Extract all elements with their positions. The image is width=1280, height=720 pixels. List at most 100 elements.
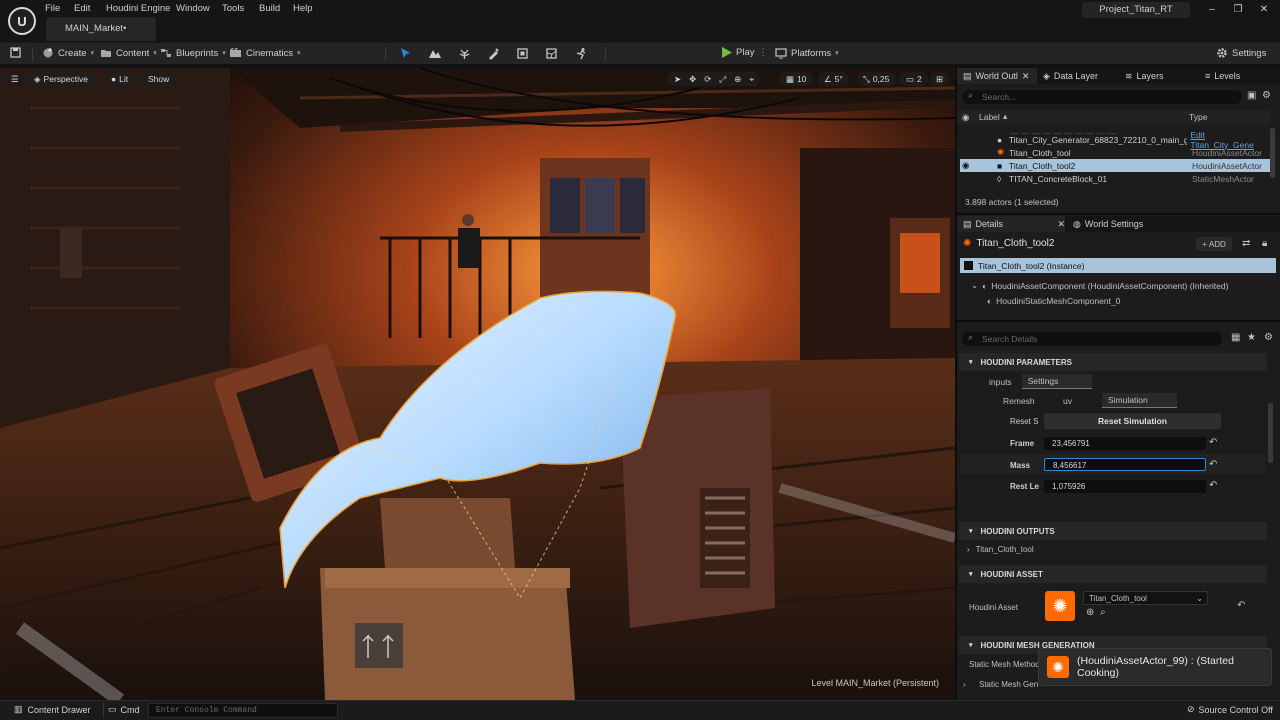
grid-snap-button[interactable]: ▦ 10 xyxy=(780,72,813,86)
lit-button[interactable]: ● Lit xyxy=(105,72,135,86)
select-icon[interactable]: ➤ xyxy=(674,74,681,85)
close-icon[interactable]: ✕ xyxy=(1057,219,1065,230)
reset-arrow-icon[interactable]: ↶ xyxy=(1209,480,1217,491)
scale-icon[interactable]: ⤢ xyxy=(719,74,726,85)
menu-window[interactable]: Window xyxy=(176,3,210,14)
surface-snap-icon[interactable]: ⌖ xyxy=(749,74,754,85)
document-tab[interactable]: MAIN_Market• xyxy=(46,17,156,41)
tab-remesh[interactable]: Remesh xyxy=(997,394,1057,408)
perspective-button[interactable]: ◈ Perspective xyxy=(28,72,94,86)
cinematics-button[interactable]: Cinematics ▾ xyxy=(229,47,301,59)
menu-file[interactable]: File xyxy=(45,3,60,14)
tab-details[interactable]: ▤ Details ✕ xyxy=(957,216,1065,232)
blueprint-icon[interactable]: ⇄ xyxy=(1242,238,1250,249)
platforms-button[interactable]: Platforms ▾ xyxy=(775,47,839,59)
play-button[interactable]: Play ⋮ xyxy=(721,47,767,58)
actor-name[interactable]: Titan_Cloth_tool2 xyxy=(976,238,1054,249)
source-control-button[interactable]: ⊘ Source Control Off xyxy=(1187,704,1273,715)
section-houdini-parameters[interactable]: ▾ HOUDINI PARAMETERS xyxy=(959,353,1267,371)
list-item[interactable]: ● Titan_City_Generator_68823_72210_0_mai… xyxy=(960,130,1270,150)
section-houdini-outputs[interactable]: ▾ HOUDINI OUTPUTS xyxy=(959,522,1267,540)
list-item[interactable]: ✺ Titan_Cloth_tool HoudiniAssetActor xyxy=(960,146,1270,159)
asset-picker-dropdown[interactable]: Titan_Cloth_tool ⌄ xyxy=(1083,591,1208,605)
tab-simulation[interactable]: Simulation xyxy=(1102,393,1177,408)
tab-layers[interactable]: ≋ Layers xyxy=(1119,71,1199,82)
browse-search-icon[interactable]: ⌕ xyxy=(1100,607,1106,618)
tab-data-layer[interactable]: ◈ Data Layer xyxy=(1037,71,1119,82)
visibility-eye-icon[interactable]: ◉ xyxy=(962,112,969,123)
settings-icon[interactable]: ⚙ xyxy=(1264,332,1273,343)
close-icon[interactable]: ✕ xyxy=(1257,4,1271,15)
table-view-icon[interactable]: ▦ xyxy=(1231,332,1240,343)
reset-arrow-icon[interactable]: ↶ xyxy=(1209,437,1217,448)
console-command-input[interactable]: Enter Console Command xyxy=(148,703,338,718)
maximize-icon[interactable]: ❐ xyxy=(1231,4,1245,15)
list-item[interactable]: ◊ TITAN_ConcreteBlock_01 StaticMeshActor xyxy=(960,172,1270,185)
animation-mode-icon[interactable] xyxy=(575,47,588,60)
save-icon[interactable] xyxy=(10,47,21,58)
section-houdini-asset[interactable]: ▾ HOUDINI ASSET xyxy=(959,565,1267,583)
settings-icon[interactable]: ⚙ xyxy=(1262,90,1271,101)
lock-icon[interactable]: 🔒︎ xyxy=(1262,238,1267,249)
scale-snap-button[interactable]: ⤡ 0,25 xyxy=(857,72,896,86)
minimize-icon[interactable]: – xyxy=(1205,4,1219,15)
unreal-logo-icon[interactable]: U xyxy=(8,7,36,35)
viewport-menu-icon[interactable]: ☰ xyxy=(5,72,25,86)
reset-arrow-icon[interactable]: ↶ xyxy=(1237,600,1245,611)
modeling-mode-icon[interactable] xyxy=(516,47,529,60)
foliage-mode-icon[interactable] xyxy=(458,47,471,60)
camera-speed-button[interactable]: ▭ 2 xyxy=(900,72,928,86)
select-mode-icon[interactable] xyxy=(399,47,412,60)
rotate-icon[interactable]: ⟳ xyxy=(704,74,711,85)
level-viewport[interactable]: ☰ ◈ Perspective ● Lit Show ➤ ✥ ⟳ ⤢ ⊕ ⌖ ▦… xyxy=(0,68,955,700)
rest-length-field[interactable]: 1,075926 xyxy=(1044,480,1206,493)
tab-uv[interactable]: uv xyxy=(1057,394,1102,408)
component-instance-row[interactable]: Titan_Cloth_tool2 (Instance) xyxy=(960,258,1276,273)
world-icon[interactable]: ⊕ xyxy=(734,74,741,85)
star-icon[interactable]: ★ xyxy=(1247,332,1256,343)
tab-levels[interactable]: ≡ Levels xyxy=(1199,71,1269,81)
use-selected-icon[interactable]: ⊕ xyxy=(1086,607,1094,618)
maximize-viewport-icon[interactable]: ⊞ xyxy=(930,72,950,86)
show-button[interactable]: Show xyxy=(142,72,176,86)
col-label-header[interactable]: Label xyxy=(979,112,1000,122)
settings-button[interactable]: Settings xyxy=(1216,47,1266,59)
mass-field[interactable]: 8,456617 xyxy=(1044,458,1206,471)
reset-simulation-button[interactable]: Reset Simulation xyxy=(1044,413,1221,429)
menu-help[interactable]: Help xyxy=(293,3,313,14)
sub-component-row[interactable]: ◐ HoudiniStaticMeshComponent_0 xyxy=(987,296,1120,306)
translate-icon[interactable]: ✥ xyxy=(689,74,696,85)
col-type-header[interactable]: Type xyxy=(1189,112,1207,122)
details-search-input[interactable]: Search Details xyxy=(962,332,1222,346)
menu-edit[interactable]: Edit xyxy=(74,3,90,14)
cmd-button[interactable]: ▭ Cmd xyxy=(108,704,140,715)
notification-toast[interactable]: ✺ (HoudiniAssetActor_99) : (Started Cook… xyxy=(1038,648,1272,686)
tab-world-settings[interactable]: ◍ World Settings xyxy=(1065,219,1143,230)
content-drawer-button[interactable]: ▥ Content Drawer xyxy=(14,704,91,715)
tab-settings[interactable]: Settings xyxy=(1021,374,1092,389)
chevron-right-icon[interactable]: › xyxy=(963,680,966,689)
landscape-mode-icon[interactable] xyxy=(428,47,441,60)
params-scrollbar[interactable] xyxy=(1268,403,1273,463)
menu-houdini-engine[interactable]: Houdini Engine xyxy=(106,3,170,14)
list-item-selected[interactable]: ◉ ■ Titan_Cloth_tool2 HoudiniAssetActor xyxy=(960,159,1270,172)
create-button[interactable]: Create ▾ xyxy=(42,47,94,59)
outliner-scrollbar[interactable] xyxy=(1270,128,1275,178)
tab-inputs[interactable]: inputs xyxy=(979,375,1022,389)
visibility-eye-icon[interactable]: ◉ xyxy=(962,160,997,171)
angle-snap-button[interactable]: ∠ 5° xyxy=(818,72,849,86)
close-icon[interactable]: ✕ xyxy=(1022,71,1030,82)
component-row[interactable]: ⌄ ◐ HoudiniAssetComponent (HoudiniAssetC… xyxy=(971,280,1228,291)
houdini-asset-thumbnail-icon[interactable]: ✺ xyxy=(1045,591,1075,621)
mesh-paint-mode-icon[interactable] xyxy=(487,47,500,60)
menu-build[interactable]: Build xyxy=(259,3,280,14)
add-component-button[interactable]: + ADD xyxy=(1196,237,1232,251)
reset-arrow-icon[interactable]: ↶ xyxy=(1209,459,1217,470)
output-item-row[interactable]: › Titan_Cloth_tool xyxy=(967,545,1034,554)
content-button[interactable]: Content ▾ xyxy=(100,47,157,59)
tab-world-outliner[interactable]: ▤ World Outl ✕ xyxy=(957,68,1037,84)
fracture-mode-icon[interactable] xyxy=(545,47,558,60)
frame-field[interactable]: 23,456791 xyxy=(1044,437,1206,450)
folder-add-icon[interactable]: ▣ xyxy=(1247,90,1256,101)
blueprints-button[interactable]: Blueprints ▾ xyxy=(160,47,226,59)
